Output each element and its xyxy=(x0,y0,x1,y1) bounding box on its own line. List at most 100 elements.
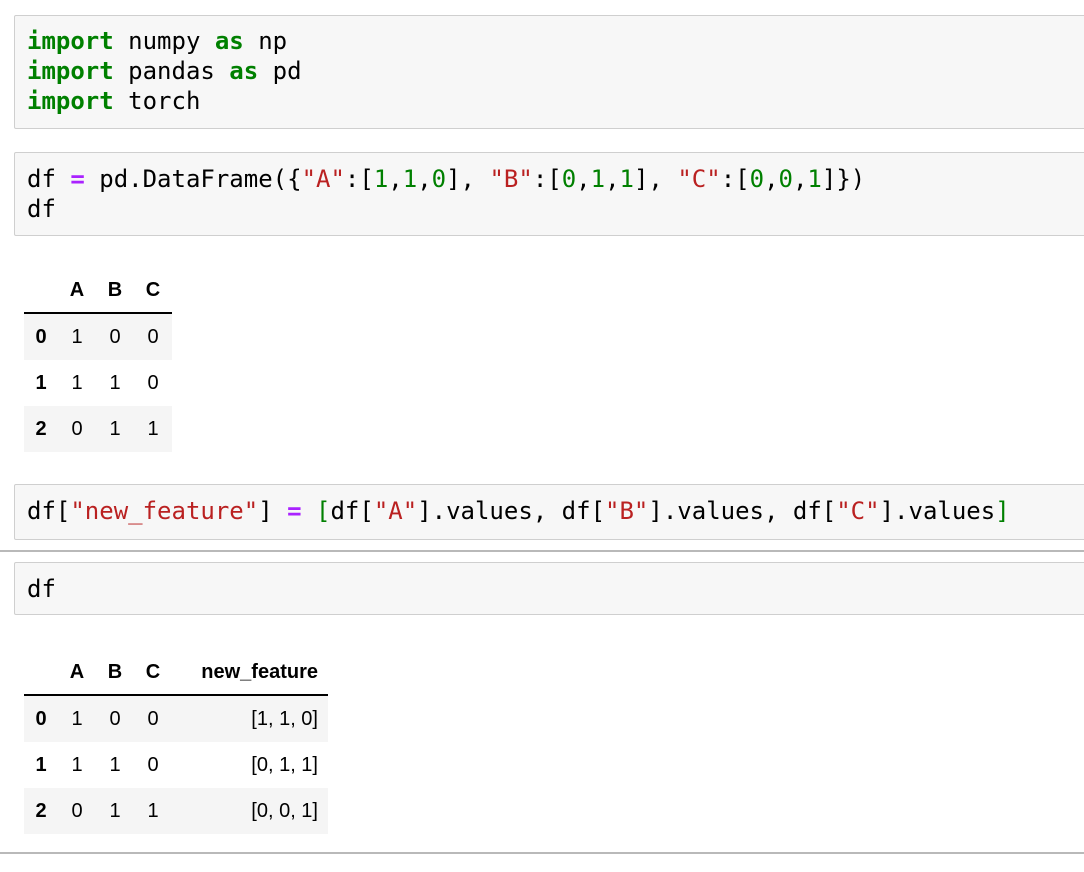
string-literal: "A" xyxy=(301,165,345,193)
code-text: :[ xyxy=(344,165,374,193)
code-text: , xyxy=(792,165,808,193)
table-row: 0 1 0 0 xyxy=(24,313,172,360)
string-literal: "C" xyxy=(677,165,721,193)
column-header: new_feature xyxy=(201,660,318,683)
code-text: , xyxy=(605,165,620,193)
number-literal: 1 xyxy=(619,165,634,193)
table-row: 2 0 1 1 xyxy=(24,406,172,452)
table-header-row: A B C xyxy=(24,268,172,313)
code-text: df[ xyxy=(330,497,374,525)
table-cell: 0 xyxy=(147,707,159,730)
column-header: C xyxy=(145,660,161,683)
table-cell: 1 xyxy=(71,707,83,730)
code-text: ], xyxy=(446,165,490,193)
operator: = xyxy=(70,165,85,193)
row-index: 0 xyxy=(35,325,47,348)
code-input-new-feature[interactable]: df["new_feature"] = [df["A"].values, df[… xyxy=(27,496,1010,526)
number-literal: 0 xyxy=(749,165,765,193)
dataframe-output-1: A B C 0 1 0 0 1 1 1 0 2 0 1 1 xyxy=(24,268,172,452)
bracket: [ xyxy=(316,497,331,525)
code-text: , xyxy=(576,165,591,193)
keyword: as xyxy=(229,57,259,85)
table-row: 2 0 1 1 [0, 0, 1] xyxy=(24,788,328,834)
table-cell: [0, 0, 1] xyxy=(251,799,318,822)
code-text: df[ xyxy=(27,497,71,525)
keyword: as xyxy=(214,27,244,55)
table-row: 1 1 1 0 xyxy=(24,360,172,406)
code-text: numpy xyxy=(113,27,215,55)
number-literal: 0 xyxy=(431,165,447,193)
dataframe-output-2: A B C new_feature 0 1 0 0 [1, 1, 0] 1 1 … xyxy=(24,650,328,834)
code-text: pd.DataFrame({ xyxy=(84,165,302,193)
table-cell: 0 xyxy=(71,799,83,822)
code-text: np xyxy=(243,27,288,55)
string-literal: "C" xyxy=(836,497,880,525)
row-index: 1 xyxy=(35,371,47,394)
code-text: df xyxy=(27,165,71,193)
code-input-dataframe[interactable]: df = pd.DataFrame({"A":[1,1,0], "B":[0,1… xyxy=(27,164,865,224)
keyword: import xyxy=(27,27,114,55)
table-cell: [0, 1, 1] xyxy=(251,753,318,776)
column-header: C xyxy=(145,278,161,301)
row-index: 2 xyxy=(35,799,47,822)
code-text: pd xyxy=(258,57,302,85)
code-text: ].values, df[ xyxy=(417,497,606,525)
table-cell: 0 xyxy=(71,417,83,440)
code-text: ].values, df[ xyxy=(648,497,837,525)
table-cell: [1, 1, 0] xyxy=(251,707,318,730)
table-row: 1 1 1 0 [0, 1, 1] xyxy=(24,742,328,788)
column-header: B xyxy=(107,660,123,683)
table-cell: 0 xyxy=(147,753,159,776)
code-cell-df[interactable] xyxy=(14,562,1084,615)
cell-separator xyxy=(0,550,1084,552)
code-text: torch xyxy=(113,87,201,115)
code-input-imports[interactable]: import numpy as np import pandas as pd i… xyxy=(27,26,302,116)
code-text: pandas xyxy=(113,57,230,85)
code-text: df xyxy=(27,575,56,603)
number-literal: 1 xyxy=(373,165,389,193)
table-cell: 1 xyxy=(109,371,121,394)
code-text: :[ xyxy=(720,165,750,193)
string-literal: "B" xyxy=(489,165,533,193)
table-cell: 1 xyxy=(71,371,83,394)
column-header: A xyxy=(69,278,85,301)
string-literal: "A" xyxy=(373,497,418,525)
code-text: , xyxy=(417,165,432,193)
code-text: ].values xyxy=(879,497,996,525)
code-text: df xyxy=(27,195,56,223)
operator: = xyxy=(287,497,302,525)
row-index: 0 xyxy=(35,707,47,730)
table-cell: 0 xyxy=(109,325,121,348)
bracket: ] xyxy=(995,497,1010,525)
code-text: ], xyxy=(633,165,678,193)
string-literal: "B" xyxy=(605,497,649,525)
index-header xyxy=(24,650,58,695)
code-text: , xyxy=(388,165,403,193)
table-cell: 0 xyxy=(147,325,159,348)
table-cell: 0 xyxy=(109,707,121,730)
code-input-df[interactable]: df xyxy=(27,574,56,604)
column-header: B xyxy=(107,278,123,301)
code-text: , xyxy=(764,165,779,193)
number-literal: 1 xyxy=(402,165,418,193)
table-cell: 0 xyxy=(147,371,159,394)
table-header-row: A B C new_feature xyxy=(24,650,328,695)
table-cell: 1 xyxy=(71,753,83,776)
number-literal: 1 xyxy=(590,165,606,193)
table-row: 0 1 0 0 [1, 1, 0] xyxy=(24,695,328,742)
table-cell: 1 xyxy=(147,799,159,822)
code-text: ]}) xyxy=(821,165,866,193)
table-cell: 1 xyxy=(109,799,121,822)
string-literal: "new_feature" xyxy=(70,497,259,525)
column-header: A xyxy=(69,660,85,683)
row-index: 1 xyxy=(35,753,47,776)
table-cell: 1 xyxy=(147,417,159,440)
number-literal: 0 xyxy=(561,165,577,193)
keyword: import xyxy=(27,87,114,115)
table-cell: 1 xyxy=(109,753,121,776)
number-literal: 0 xyxy=(778,165,793,193)
table-cell: 1 xyxy=(109,417,121,440)
code-text: :[ xyxy=(532,165,562,193)
row-index: 2 xyxy=(35,417,47,440)
